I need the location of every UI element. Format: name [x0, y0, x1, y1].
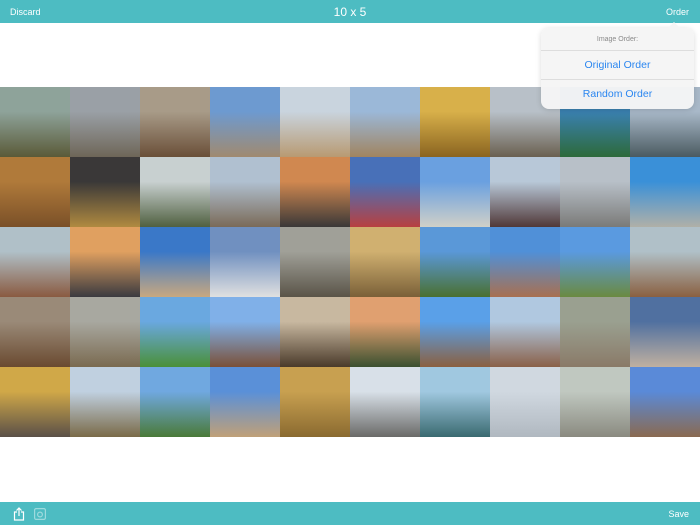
- photo-tile[interactable]: [420, 157, 490, 227]
- photo-tile[interactable]: [70, 87, 140, 157]
- photo-tile[interactable]: [420, 227, 490, 297]
- photo-tile[interactable]: [210, 297, 280, 367]
- photo-tile[interactable]: [560, 297, 630, 367]
- share-icon[interactable]: [13, 507, 25, 521]
- photo-tile[interactable]: [630, 157, 700, 227]
- photo-tile[interactable]: [630, 367, 700, 437]
- save-button[interactable]: Save: [668, 509, 689, 519]
- photo-tile[interactable]: [140, 367, 210, 437]
- photo-tile[interactable]: [140, 227, 210, 297]
- photo-tile[interactable]: [140, 297, 210, 367]
- photo-tile[interactable]: [70, 157, 140, 227]
- photo-tile[interactable]: [350, 157, 420, 227]
- photo-tile[interactable]: [420, 297, 490, 367]
- photo-tile[interactable]: [210, 227, 280, 297]
- image-order-popover: Image Order: Original Order Random Order: [541, 22, 694, 109]
- popover-title: Image Order:: [541, 28, 694, 51]
- photo-tile[interactable]: [350, 87, 420, 157]
- photo-tile[interactable]: [210, 87, 280, 157]
- top-toolbar: Discard 10 x 5 Order: [0, 0, 700, 23]
- photo-tile[interactable]: [420, 367, 490, 437]
- photo-tile[interactable]: [490, 367, 560, 437]
- photo-tile[interactable]: [350, 367, 420, 437]
- bottom-toolbar: Save: [0, 502, 700, 525]
- photo-tile[interactable]: [350, 227, 420, 297]
- photo-tile[interactable]: [490, 227, 560, 297]
- photo-tile[interactable]: [0, 297, 70, 367]
- photo-tile[interactable]: [350, 297, 420, 367]
- photo-tile[interactable]: [70, 367, 140, 437]
- photo-tile[interactable]: [70, 297, 140, 367]
- photo-tile[interactable]: [0, 227, 70, 297]
- original-order-option[interactable]: Original Order: [541, 51, 694, 80]
- page-title: 10 x 5: [333, 5, 367, 19]
- photo-tile[interactable]: [420, 87, 490, 157]
- photo-tile[interactable]: [280, 297, 350, 367]
- photo-tile[interactable]: [630, 227, 700, 297]
- instagram-icon[interactable]: [34, 508, 46, 520]
- photo-tile[interactable]: [0, 157, 70, 227]
- photo-tile[interactable]: [140, 87, 210, 157]
- photo-tile[interactable]: [210, 367, 280, 437]
- photo-tile[interactable]: [490, 297, 560, 367]
- photo-tile[interactable]: [560, 227, 630, 297]
- photo-tile[interactable]: [280, 367, 350, 437]
- random-order-option[interactable]: Random Order: [541, 80, 694, 109]
- photo-tile[interactable]: [490, 157, 560, 227]
- photo-tile[interactable]: [70, 227, 140, 297]
- photo-tile[interactable]: [560, 157, 630, 227]
- photo-tile[interactable]: [280, 87, 350, 157]
- photo-tile[interactable]: [560, 367, 630, 437]
- photo-tile[interactable]: [210, 157, 280, 227]
- photo-tile[interactable]: [630, 297, 700, 367]
- photo-tile[interactable]: [280, 227, 350, 297]
- photo-tile[interactable]: [0, 87, 70, 157]
- photo-tile[interactable]: [280, 157, 350, 227]
- photo-tile[interactable]: [140, 157, 210, 227]
- photo-grid: [0, 87, 700, 437]
- order-button[interactable]: Order: [666, 7, 689, 17]
- photo-tile[interactable]: [0, 367, 70, 437]
